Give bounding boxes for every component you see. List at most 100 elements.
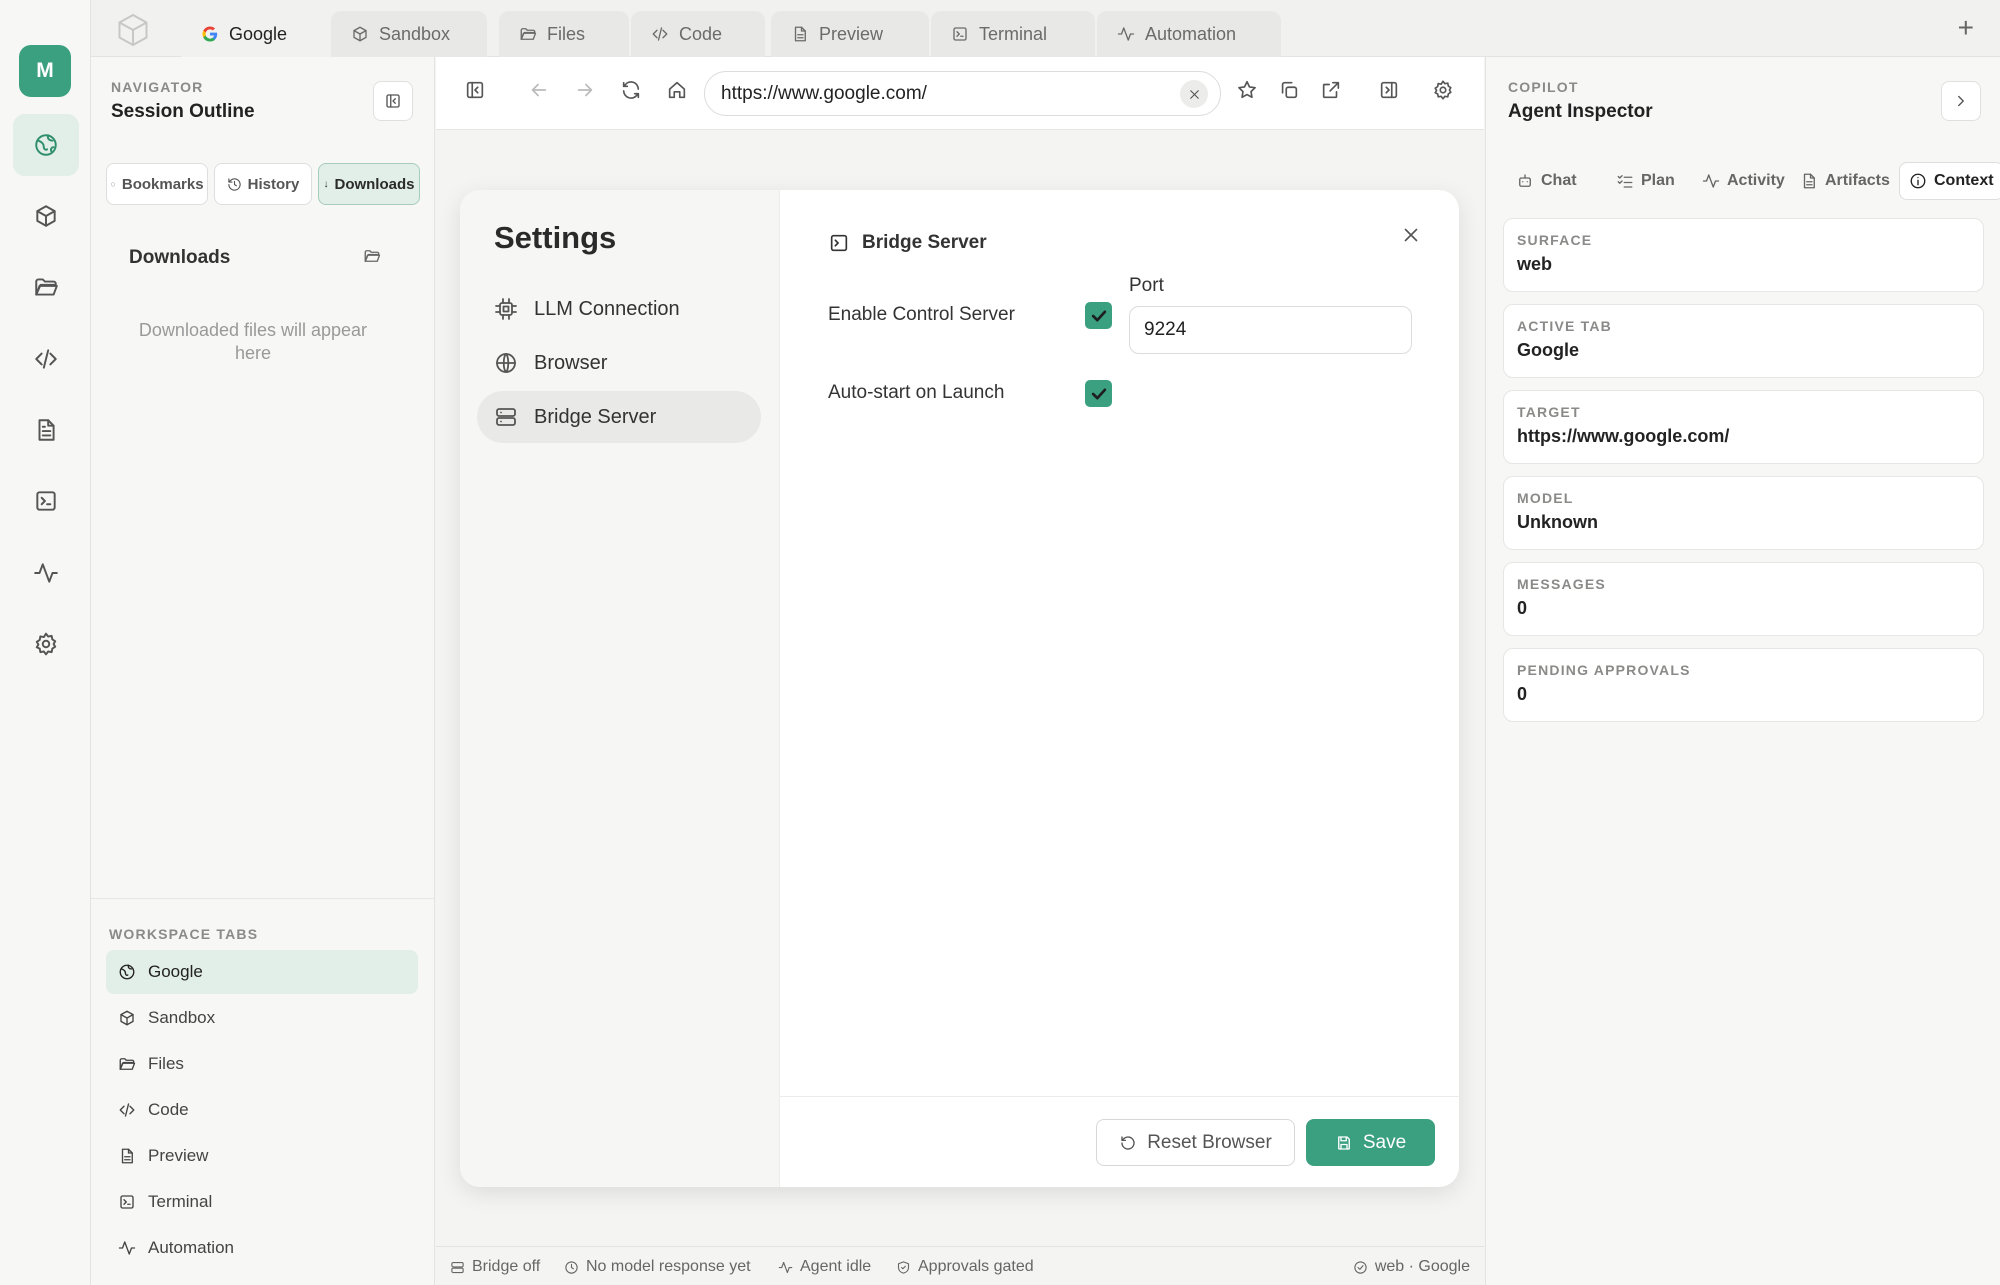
copilot-tab-activity[interactable]: Activity [1702, 162, 1785, 200]
workspace-item-label: Automation [148, 1238, 234, 1257]
settings-section-bridge-server[interactable]: Bridge Server [477, 391, 761, 443]
rail-sandbox-button[interactable] [13, 185, 79, 247]
app-rail: M [0, 0, 91, 1285]
card-value: Google [1517, 340, 1579, 360]
workspace-item-code[interactable]: Code [106, 1088, 418, 1132]
status-approvals-text: Approvals gated [918, 1258, 1034, 1275]
context-card-target: TARGET https://www.google.com/ [1503, 390, 1984, 464]
status-model-text: No model response yet [586, 1258, 751, 1275]
workspace-item-sandbox[interactable]: Sandbox [106, 996, 418, 1040]
open-folder-icon[interactable] [363, 247, 381, 265]
reload-icon[interactable] [620, 79, 642, 101]
activity-icon [778, 1261, 793, 1273]
context-card-active-tab: ACTIVE TAB Google [1503, 304, 1984, 378]
tab-label: Automation [1145, 23, 1237, 44]
copilot-tab-artifacts[interactable]: Artifacts [1800, 162, 1890, 200]
settings-section-browser[interactable]: Browser [477, 337, 761, 389]
auto-start-checkbox[interactable] [1085, 380, 1112, 407]
card-value: https://www.google.com/ [1517, 426, 1730, 446]
copy-icon[interactable] [1278, 79, 1300, 101]
segment-bookmarks[interactable]: ○ Bookmarks [106, 163, 208, 205]
settings-section-llm-connection[interactable]: LLM Connection [477, 283, 761, 335]
url-bar[interactable]: https://www.google.com/ [704, 71, 1221, 116]
forward-icon[interactable] [574, 79, 596, 101]
web-icon [119, 964, 135, 980]
copilot-tab-label: Activity [1727, 172, 1785, 189]
rail-web-button[interactable] [13, 114, 79, 176]
rail-code-button[interactable] [13, 328, 79, 390]
external-link-icon[interactable] [1320, 79, 1342, 101]
port-label: Port [1129, 275, 1164, 296]
status-agent-text: Agent idle [800, 1258, 872, 1275]
workspace-item-files[interactable]: Files [106, 1042, 418, 1086]
toggle-sidebar-icon[interactable] [464, 79, 486, 101]
workspace-item-label: Terminal [148, 1192, 213, 1211]
collapse-navigator-button[interactable] [373, 81, 413, 121]
reset-browser-button[interactable]: Reset Browser [1096, 1119, 1295, 1166]
clear-url-button[interactable] [1180, 80, 1208, 108]
cube-icon [120, 1010, 134, 1026]
download-icon: ↓ [323, 178, 329, 190]
save-icon [1337, 1135, 1350, 1150]
workspace-item-google[interactable]: Google [106, 950, 418, 994]
checklist-icon [1617, 175, 1633, 188]
avatar[interactable]: M [19, 45, 71, 97]
status-bridge: Bridge off [450, 1258, 540, 1276]
tab-files[interactable]: Files [499, 11, 629, 57]
workspace-item-automation[interactable]: Automation [106, 1226, 418, 1270]
workspace-item-terminal[interactable]: Terminal [106, 1180, 418, 1224]
settings-modal: Settings LLM Connection Browser Bridge S… [460, 190, 1459, 1187]
web-icon [35, 134, 57, 156]
workspace-item-preview[interactable]: Preview [106, 1134, 418, 1178]
copilot-tab-label: Context [1934, 172, 1994, 189]
folder-icon [520, 28, 537, 40]
new-tab-button[interactable]: + [1958, 14, 1974, 42]
undo-icon [1121, 1135, 1135, 1150]
workspace-item-label: Google [148, 962, 203, 981]
downloads-empty-state: Downloaded files will appear here [138, 320, 368, 363]
copilot-tab-plan[interactable]: Plan [1616, 162, 1675, 200]
rail-automation-button[interactable] [13, 542, 79, 604]
cube-icon [353, 26, 367, 42]
tab-preview[interactable]: Preview [771, 11, 929, 57]
settings-section-label: LLM Connection [534, 297, 680, 320]
collapse-copilot-button[interactable] [1941, 81, 1981, 121]
segment-history[interactable]: History [214, 163, 312, 205]
back-icon[interactable] [528, 79, 550, 101]
server-icon [496, 408, 516, 426]
copilot-tab-chat[interactable]: Chat [1516, 162, 1577, 200]
card-value: 0 [1517, 684, 1528, 704]
status-agent: Agent idle [778, 1258, 871, 1276]
segment-downloads[interactable]: ↓ Downloads [318, 163, 420, 205]
context-card-pending-approvals: PENDING APPROVALS 0 [1503, 648, 1984, 722]
home-icon[interactable] [666, 79, 688, 101]
settings-icon[interactable] [1432, 79, 1454, 101]
tab-strip: Google Sandbox Files Code Preview Termin… [91, 0, 2000, 57]
toggle-copilot-icon[interactable] [1378, 79, 1400, 101]
settings-section-label: Bridge Server [534, 405, 657, 428]
rail-preview-button[interactable] [13, 399, 79, 461]
bot-icon [1519, 174, 1531, 187]
port-input[interactable]: 9224 [1129, 306, 1412, 354]
star-icon[interactable] [1236, 79, 1258, 101]
copilot-tab-context[interactable]: Context [1899, 162, 2000, 200]
tab-label: Google [229, 23, 288, 44]
tab-sandbox[interactable]: Sandbox [331, 11, 487, 57]
card-key: PENDING APPROVALS [1517, 662, 1691, 678]
copilot-eyebrow: COPILOT [1508, 79, 1579, 95]
tab-automation[interactable]: Automation [1097, 11, 1281, 57]
close-icon[interactable] [1400, 224, 1422, 246]
rail-settings-button[interactable] [13, 613, 79, 675]
context-card-messages: MESSAGES 0 [1503, 562, 1984, 636]
rail-terminal-button[interactable] [13, 470, 79, 532]
segment-label: Bookmarks [121, 175, 204, 193]
enable-control-server-checkbox[interactable] [1085, 302, 1112, 329]
save-button[interactable]: Save [1306, 1119, 1435, 1166]
rail-files-button[interactable] [13, 256, 79, 318]
context-card-model: MODEL Unknown [1503, 476, 1984, 550]
status-context: web · Google [1353, 1258, 1470, 1276]
card-key: SURFACE [1517, 232, 1593, 248]
activity-icon [1117, 27, 1135, 41]
tab-code[interactable]: Code [631, 11, 765, 57]
tab-terminal[interactable]: Terminal [931, 11, 1095, 57]
